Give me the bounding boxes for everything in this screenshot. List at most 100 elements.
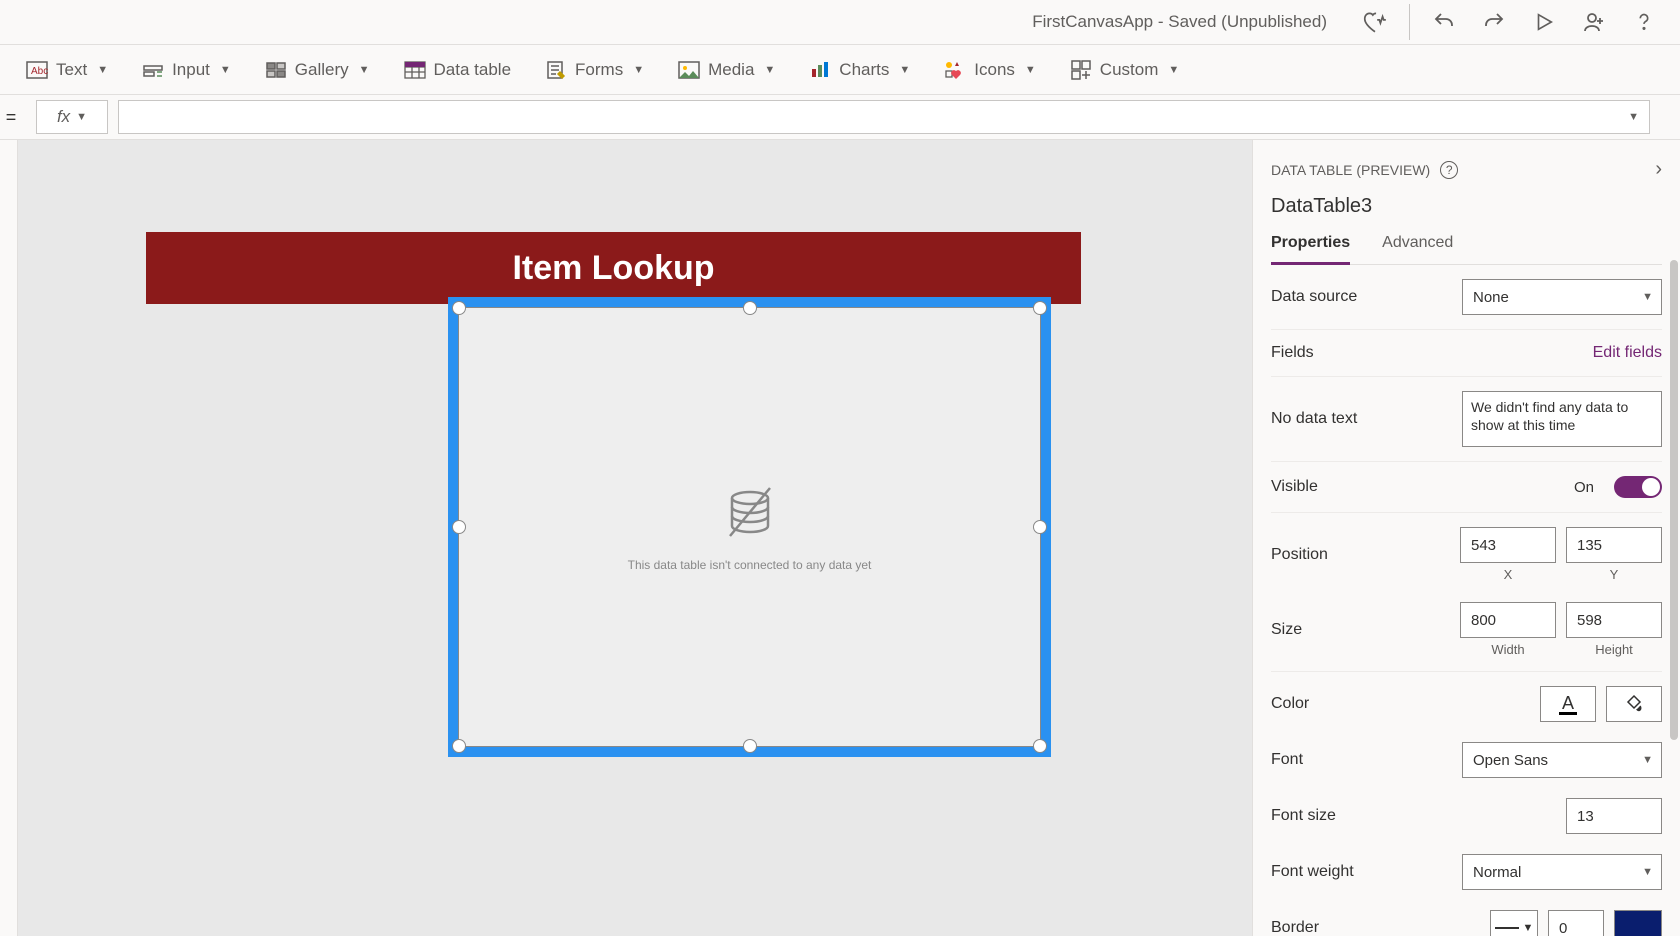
data-source-dropdown[interactable]: None ▼ — [1462, 279, 1662, 315]
edit-fields-link[interactable]: Edit fields — [1593, 344, 1662, 362]
fx-label: fx — [57, 107, 70, 127]
prop-color: Color A — [1271, 672, 1662, 728]
panel-header: DATA TABLE (PREVIEW) ? › — [1271, 158, 1662, 181]
database-empty-icon — [718, 482, 782, 546]
equals-label: = — [0, 107, 22, 128]
text-icon: Abc — [26, 59, 48, 81]
input-icon — [142, 59, 164, 81]
formula-input[interactable]: ▼ — [118, 100, 1650, 134]
position-y-input[interactable]: 135 — [1566, 527, 1662, 563]
ribbon-gallery[interactable]: Gallery▼ — [261, 55, 374, 85]
chevron-down-icon: ▼ — [359, 64, 370, 76]
toggle-state-label: On — [1574, 479, 1594, 496]
ribbon-media[interactable]: Media ▼ — [674, 55, 779, 85]
forms-icon — [545, 59, 567, 81]
resize-handle[interactable] — [1033, 739, 1047, 753]
design-canvas[interactable]: Item Lookup This data table isn't connec… — [18, 140, 1252, 936]
border-style-dropdown[interactable]: ▼ — [1490, 910, 1538, 936]
panel-title: DATA TABLE (PREVIEW) — [1271, 162, 1430, 178]
play-icon[interactable] — [1524, 2, 1564, 42]
ribbon-forms[interactable]: Forms▼ — [541, 55, 648, 85]
no-data-text-input[interactable]: We didn't find any data to show at this … — [1462, 391, 1662, 447]
gallery-icon — [265, 59, 287, 81]
dim-label: Y — [1610, 567, 1619, 582]
ribbon-label: Media — [708, 60, 754, 80]
ribbon-label: Icons — [974, 60, 1015, 80]
ribbon-custom[interactable]: Custom▼ — [1066, 55, 1183, 85]
media-icon — [678, 59, 700, 81]
help-icon[interactable]: ? — [1440, 161, 1458, 179]
tab-properties[interactable]: Properties — [1271, 234, 1350, 265]
main-area: Item Lookup This data table isn't connec… — [0, 140, 1680, 936]
charts-icon — [809, 59, 831, 81]
screen-header: Item Lookup — [146, 232, 1081, 304]
border-thickness-input[interactable]: 0 — [1548, 910, 1604, 936]
prop-label: Size — [1271, 621, 1411, 639]
dim-label: Height — [1595, 642, 1633, 657]
chevron-down-icon: ▼ — [633, 64, 644, 76]
tab-advanced[interactable]: Advanced — [1382, 234, 1453, 264]
resize-handle[interactable] — [452, 739, 466, 753]
property-selector[interactable]: fx ▼ — [36, 100, 108, 134]
fill-color-button[interactable] — [1606, 686, 1662, 722]
chevron-down-icon: ▼ — [76, 111, 87, 123]
redo-icon[interactable] — [1474, 2, 1514, 42]
ribbon-icons[interactable]: Icons▼ — [940, 55, 1040, 85]
datatable-icon — [404, 59, 426, 81]
dim-label: X — [1504, 567, 1513, 582]
font-size-input[interactable]: 13 — [1566, 798, 1662, 834]
chevron-down-icon: ▼ — [764, 64, 775, 76]
chevron-down-icon[interactable]: ▼ — [1628, 111, 1639, 123]
prop-font-size: Font size 13 — [1271, 784, 1662, 840]
font-dropdown[interactable]: Open Sans ▼ — [1462, 742, 1662, 778]
prop-label: No data text — [1271, 410, 1411, 428]
dropdown-value: None — [1473, 289, 1509, 306]
chevron-down-icon: ▼ — [1642, 291, 1653, 303]
prop-label: Color — [1271, 695, 1411, 713]
left-strip — [0, 140, 18, 936]
scrollbar[interactable] — [1670, 260, 1678, 740]
ribbon-text[interactable]: Abc Text▼ — [22, 55, 112, 85]
chevron-down-icon: ▼ — [97, 64, 108, 76]
resize-handle[interactable] — [452, 520, 466, 534]
insert-ribbon: Abc Text▼ Input▼ Gallery▼ Data table For… — [0, 45, 1680, 95]
prop-position: Position 543 X 135 Y — [1271, 513, 1662, 588]
svg-text:Abc: Abc — [31, 66, 48, 77]
visible-toggle[interactable] — [1614, 476, 1662, 498]
header-title: Item Lookup — [512, 249, 714, 288]
chevron-down-icon: ▼ — [1168, 64, 1179, 76]
size-width-input[interactable]: 800 — [1460, 602, 1556, 638]
border-color-button[interactable] — [1614, 910, 1662, 936]
resize-handle[interactable] — [452, 301, 466, 315]
datatable-control[interactable]: This data table isn't connected to any d… — [458, 307, 1041, 747]
icons-icon — [944, 59, 966, 81]
help-icon[interactable] — [1624, 2, 1664, 42]
resize-handle[interactable] — [1033, 301, 1047, 315]
prop-label: Visible — [1271, 478, 1411, 496]
collapse-panel-icon[interactable]: › — [1655, 158, 1662, 181]
selection-frame[interactable]: This data table isn't connected to any d… — [448, 297, 1051, 757]
ribbon-input[interactable]: Input▼ — [138, 55, 235, 85]
undo-icon[interactable] — [1424, 2, 1464, 42]
health-check-icon[interactable] — [1355, 2, 1395, 42]
font-color-button[interactable]: A — [1540, 686, 1596, 722]
control-name[interactable]: DataTable3 — [1271, 195, 1662, 218]
app-title: FirstCanvasApp - Saved (Unpublished) — [1032, 12, 1327, 32]
ribbon-datatable[interactable]: Data table — [400, 55, 516, 85]
separator — [1409, 4, 1410, 40]
position-x-input[interactable]: 543 — [1460, 527, 1556, 563]
chevron-down-icon: ▼ — [1642, 866, 1653, 878]
resize-handle[interactable] — [743, 301, 757, 315]
prop-fields: Fields Edit fields — [1271, 330, 1662, 377]
ribbon-charts[interactable]: Charts▼ — [805, 55, 914, 85]
resize-handle[interactable] — [743, 739, 757, 753]
font-weight-dropdown[interactable]: Normal ▼ — [1462, 854, 1662, 890]
ribbon-label: Data table — [434, 60, 512, 80]
properties-panel: DATA TABLE (PREVIEW) ? › DataTable3 Prop… — [1252, 140, 1680, 936]
size-height-input[interactable]: 598 — [1566, 602, 1662, 638]
resize-handle[interactable] — [1033, 520, 1047, 534]
prop-data-source: Data source None ▼ — [1271, 265, 1662, 330]
prop-label: Border — [1271, 919, 1411, 936]
share-icon[interactable] — [1574, 2, 1614, 42]
chevron-down-icon: ▼ — [899, 64, 910, 76]
